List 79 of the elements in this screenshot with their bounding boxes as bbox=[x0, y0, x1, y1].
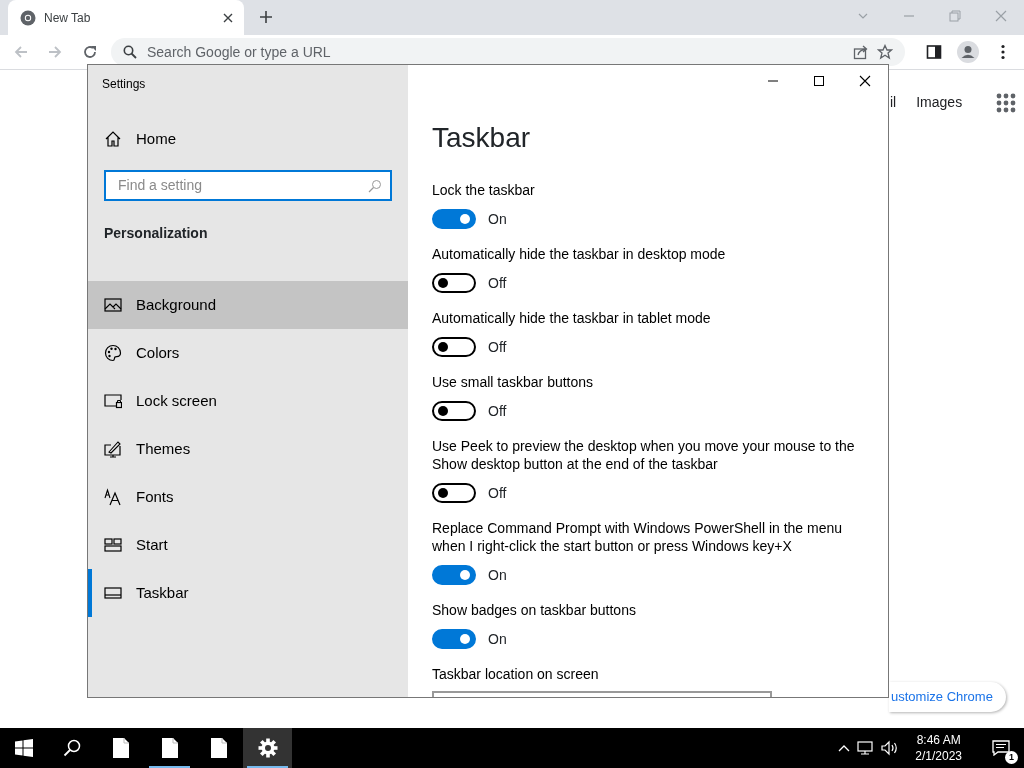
home-icon bbox=[104, 130, 122, 148]
customize-chrome-button[interactable]: ustomize Chrome bbox=[889, 682, 1006, 712]
gmail-link[interactable]: il bbox=[890, 92, 897, 113]
page-heading: Taskbar bbox=[432, 121, 532, 155]
side-panel-icon bbox=[926, 44, 943, 60]
toggle-state-text: On bbox=[488, 629, 507, 649]
toggle-switch[interactable] bbox=[432, 483, 476, 503]
toggle-state-text: Off bbox=[488, 401, 507, 421]
taskbar-icon bbox=[104, 584, 122, 602]
taskbar-app-button[interactable] bbox=[243, 728, 292, 768]
setting-label: Automatically hide the taskbar in desktop mode bbox=[432, 245, 727, 263]
palette-icon bbox=[104, 344, 122, 362]
setting-label: Use small taskbar buttons bbox=[432, 373, 595, 391]
monitor-pen-icon bbox=[104, 440, 122, 458]
browser-logo-icon bbox=[20, 9, 36, 26]
profile-button[interactable] bbox=[955, 38, 982, 66]
lock-screen-icon bbox=[104, 392, 122, 410]
close-icon[interactable] bbox=[859, 75, 871, 87]
window-title: Settings bbox=[101, 76, 147, 93]
notification-button[interactable]: 1 bbox=[978, 728, 1024, 768]
search-field[interactable]: Find a setting bbox=[116, 174, 368, 197]
sidebar-item[interactable]: Fonts bbox=[88, 473, 408, 521]
maximize-icon[interactable] bbox=[813, 75, 825, 87]
setting-label: Automatically hide the taskbar in tablet mode bbox=[432, 309, 712, 327]
search-box[interactable]: Find a setting bbox=[104, 170, 392, 201]
setting-label: Taskbar location on screen bbox=[432, 665, 600, 683]
toggle-switch[interactable] bbox=[432, 273, 476, 293]
menu-dots-icon bbox=[1000, 44, 1005, 60]
toggle-switch[interactable] bbox=[432, 337, 476, 357]
document-icon bbox=[210, 738, 227, 758]
apps-grid-icon[interactable] bbox=[996, 92, 1017, 113]
toggle-switch[interactable] bbox=[432, 565, 476, 585]
tab-title: New Tab bbox=[44, 9, 92, 27]
reload-icon bbox=[81, 44, 98, 60]
message-icon bbox=[992, 740, 1010, 756]
setting-label: Replace Command Prompt with Windows PowerShell in the menu when I right-click the start button or press Windows key+X bbox=[432, 519, 844, 555]
toggle-switch[interactable] bbox=[432, 209, 476, 229]
toggle-state-text: Off bbox=[488, 273, 507, 293]
home-nav-item[interactable]: Home bbox=[88, 115, 408, 163]
toggle-state-text: On bbox=[488, 209, 507, 229]
setting-label: Show badges on taskbar buttons bbox=[432, 601, 637, 619]
close-icon[interactable] bbox=[222, 11, 234, 24]
sidebar-item[interactable]: Taskbar bbox=[88, 569, 408, 617]
clock[interactable]: 8:46 AM 2/1/2023 bbox=[905, 732, 972, 764]
picture-icon bbox=[104, 296, 122, 314]
images-link[interactable]: Images bbox=[916, 92, 963, 113]
profile-avatar-icon bbox=[957, 41, 980, 63]
sidebar-item[interactable]: Colors bbox=[88, 329, 408, 377]
plus-icon bbox=[259, 10, 273, 24]
sidebar-item[interactable]: Lock screen bbox=[88, 377, 408, 425]
share-icon[interactable] bbox=[853, 44, 869, 60]
gear-icon bbox=[257, 738, 278, 758]
network-icon[interactable] bbox=[857, 740, 876, 756]
setting-label: Use Peek to preview the desktop when you move your mouse to the Show desktop button at the end of the taskbar bbox=[432, 437, 856, 473]
star-icon[interactable] bbox=[877, 44, 893, 60]
forward-icon bbox=[47, 44, 64, 60]
volume-icon[interactable] bbox=[881, 740, 900, 756]
address-bar[interactable]: Search Google or type a URL bbox=[111, 38, 905, 66]
sidebar-item[interactable]: Themes bbox=[88, 425, 408, 473]
toggle-switch[interactable] bbox=[432, 401, 476, 421]
document-icon bbox=[161, 738, 178, 758]
search-icon bbox=[123, 45, 137, 59]
sidebar-item[interactable]: Background bbox=[88, 281, 408, 329]
section-heading: Personalization bbox=[103, 224, 209, 243]
back-icon bbox=[13, 44, 30, 60]
search-icon bbox=[368, 178, 382, 193]
document-icon bbox=[112, 738, 129, 758]
font-letters-icon bbox=[104, 488, 122, 506]
toggle-state-text: Off bbox=[488, 337, 507, 357]
tiles-icon bbox=[104, 536, 122, 554]
windows-logo-icon bbox=[14, 739, 33, 757]
setting-label: Lock the taskbar bbox=[432, 181, 536, 199]
toggle-state-text: Off bbox=[488, 483, 507, 503]
toggle-switch[interactable] bbox=[432, 629, 476, 649]
toggle-state-text: On bbox=[488, 565, 507, 585]
browser-tab[interactable]: New Tab bbox=[8, 0, 244, 35]
search-icon bbox=[62, 739, 81, 757]
sidebar-item[interactable]: Start bbox=[88, 521, 408, 569]
notification-count: 1 bbox=[1005, 751, 1018, 764]
